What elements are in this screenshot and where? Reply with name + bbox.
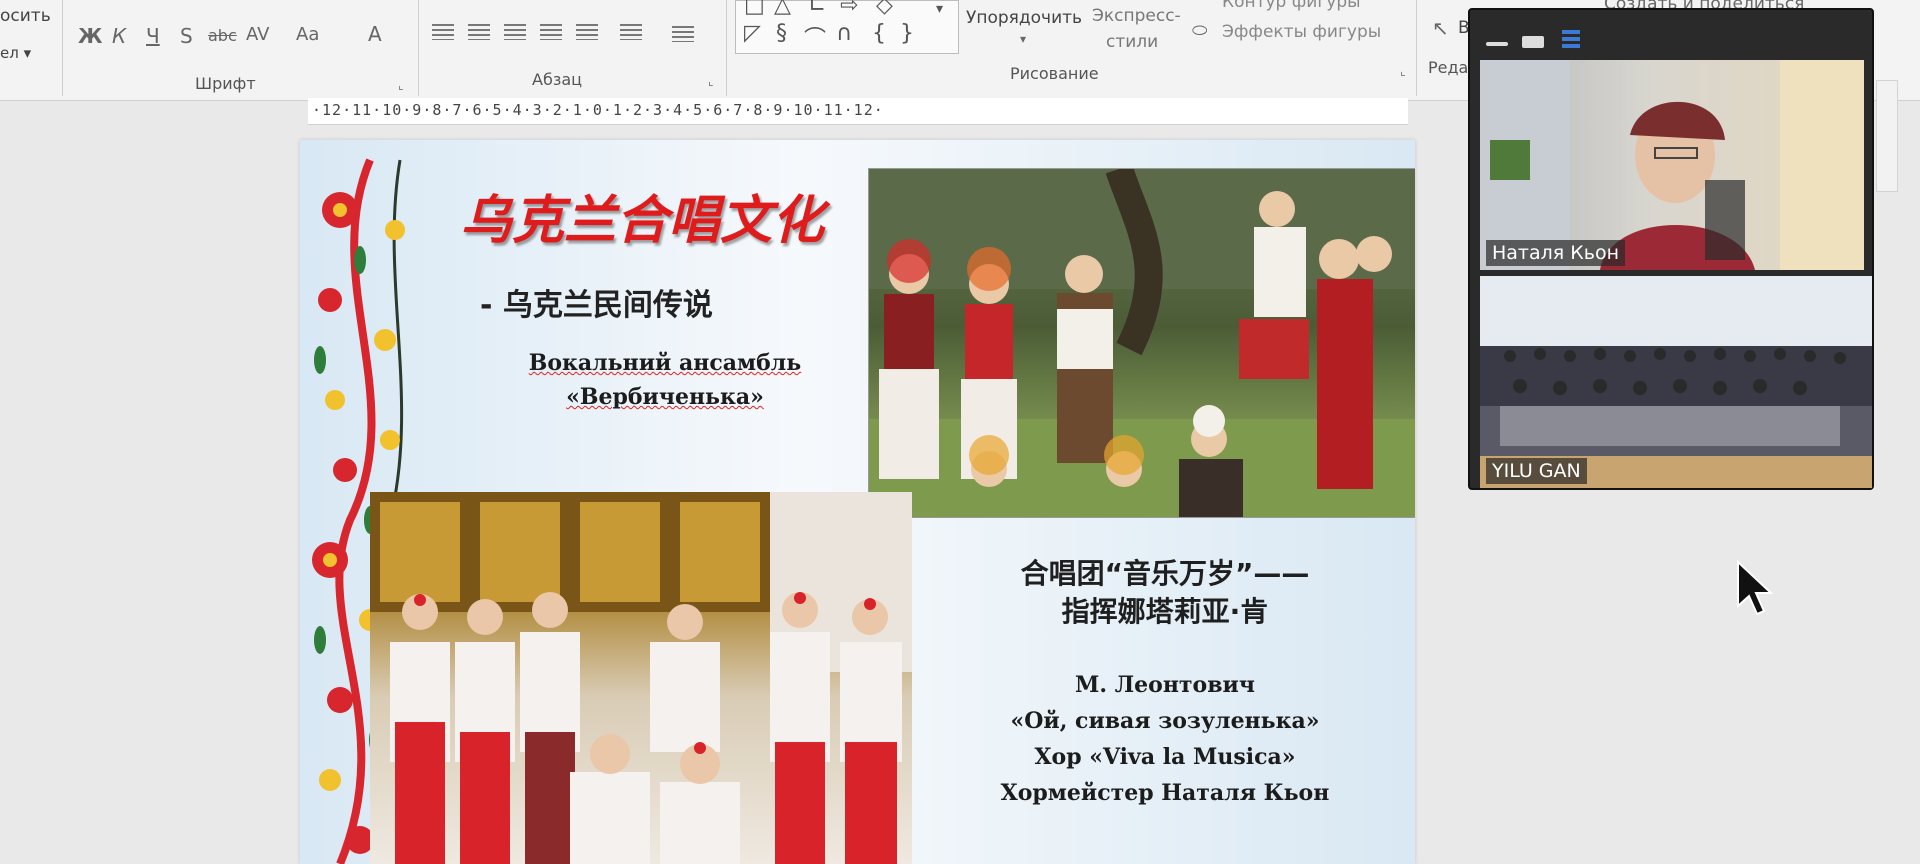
paragraph-group-label: Абзац	[532, 70, 583, 89]
rectangle-shape-icon[interactable]: □	[744, 0, 765, 18]
bold-button[interactable]: Ж	[78, 24, 102, 48]
brace-left-icon[interactable]: {	[872, 21, 886, 46]
conductor-line: Хормейстер Наталя Кьон	[1000, 780, 1330, 806]
slide-subtitle: - 乌克兰民间传说	[480, 288, 713, 323]
font-dialog-launcher-icon[interactable]: ⌞	[398, 78, 404, 92]
justify-icon[interactable]	[540, 24, 562, 40]
arrange-dropdown-icon[interactable]: ▾	[1020, 32, 1026, 46]
drawing-dialog-launcher-icon[interactable]: ⌞	[1400, 64, 1406, 78]
font-color-button[interactable]: A	[368, 22, 382, 46]
columns-icon[interactable]	[576, 24, 598, 40]
gallery-view-icon[interactable]	[1562, 30, 1580, 50]
change-case-button[interactable]: Aa	[296, 24, 319, 45]
choir-photo-figures	[370, 492, 912, 864]
brace-right-icon[interactable]: }	[900, 21, 914, 46]
participant-tile-1[interactable]: Наталя Кьон	[1480, 60, 1864, 270]
diamond-shape-icon[interactable]: ◇	[876, 0, 893, 18]
scribble-shape-icon[interactable]: §	[776, 21, 787, 46]
editing-group-label: Реда	[1428, 58, 1469, 77]
italic-button[interactable]: К	[112, 24, 126, 48]
participant-tile-2[interactable]: YILU GAN	[1480, 276, 1872, 488]
ensemble-name-line2: «Вербиченька»	[566, 384, 764, 410]
align-center-icon[interactable]	[468, 24, 490, 40]
ribbon-separator	[1416, 0, 1417, 96]
elbow-connector-icon[interactable]: ∟	[808, 0, 826, 18]
font-group-label: Шрифт	[195, 74, 256, 93]
arc-shape-icon[interactable]: ∩	[836, 21, 852, 46]
ensemble-photo[interactable]	[868, 168, 1415, 518]
shape-effects-icon[interactable]: ⬭	[1192, 20, 1207, 41]
video-call-panel[interactable]: Наталя Кьон YILU GAN	[1468, 8, 1874, 490]
ribbon-cut-label-1[interactable]: осить	[0, 6, 51, 26]
freeform-shape-icon[interactable]: ◸	[744, 21, 761, 46]
text-direction-icon[interactable]	[672, 26, 694, 42]
ribbon-separator	[418, 0, 419, 96]
quick-styles-label-1[interactable]: Экспресс-	[1092, 6, 1181, 26]
participant-2-name: YILU GAN	[1486, 458, 1587, 484]
slide[interactable]: 乌克兰合唱文化 - 乌克兰民间传说 Вокальний ансамбль «Ве…	[300, 140, 1415, 864]
mouse-cursor-icon	[1737, 560, 1774, 616]
minimize-icon[interactable]	[1486, 42, 1508, 46]
slide-title: 乌克兰合唱文化	[460, 191, 825, 251]
paragraph-dialog-launcher-icon[interactable]: ⌞	[708, 74, 714, 88]
choir-title-line1: 合唱团“音乐万岁”——	[1020, 557, 1310, 590]
horizontal-ruler[interactable]: ·12·11·10·9·8·7·6·5·4·3·2·1·0·1·2·3·4·5·…	[308, 98, 1408, 125]
speaker-view-icon[interactable]	[1522, 36, 1544, 48]
ruler-scale: ·12·11·10·9·8·7·6·5·4·3·2·1·0·1·2·3·4·5·…	[312, 101, 884, 119]
choir-name-line: Хор «Viva la Musica»	[1034, 744, 1296, 770]
underline-button[interactable]: Ч	[146, 24, 160, 48]
participant-1-name: Наталя Кьон	[1486, 240, 1625, 266]
choir-title-line2: 指挥娜塔莉亚·肯	[1061, 595, 1269, 628]
song-title-line: «Ой, сивая зозуленька»	[1010, 708, 1320, 734]
composer-line: М. Леонтович	[1075, 672, 1255, 698]
ribbon-cut-label-2[interactable]: ел ▾	[0, 44, 31, 62]
gallery-more-icon[interactable]: ▾	[936, 1, 943, 17]
arrange-button[interactable]: Упорядочить	[966, 8, 1082, 28]
vertical-scrollbar[interactable]	[1876, 80, 1898, 192]
ribbon-separator	[62, 0, 63, 96]
arrow-shape-icon[interactable]: ⇨	[840, 0, 858, 18]
choir-photo[interactable]	[370, 492, 912, 864]
shapes-gallery[interactable]: □ △ ∟ ⇨ ◇ ◸ § ⌒ ∩ { } ▾	[735, 0, 959, 54]
drawing-group-label: Рисование	[1010, 64, 1099, 83]
align-right-icon[interactable]	[504, 24, 526, 40]
shape-outline-button[interactable]: Контур фигуры	[1222, 0, 1361, 12]
bullets-icon[interactable]	[620, 24, 642, 40]
align-left-icon[interactable]	[432, 24, 454, 40]
ribbon-separator	[726, 0, 727, 96]
strikethrough-button[interactable]: abc	[208, 26, 237, 45]
participant-1-video	[1480, 60, 1864, 270]
ensemble-photo-figures	[869, 169, 1415, 517]
ensemble-name-line1: Вокальний ансамбль	[528, 350, 802, 376]
select-arrow-icon[interactable]: ↖	[1432, 16, 1449, 40]
triangle-shape-icon[interactable]: △	[774, 0, 791, 18]
shadow-button[interactable]: S	[180, 24, 193, 48]
quick-styles-label-2[interactable]: стили	[1106, 32, 1158, 52]
curve-shape-icon[interactable]: ⌒	[804, 21, 826, 53]
shape-effects-button[interactable]: Эффекты фигуры	[1222, 22, 1381, 42]
participant-2-video	[1480, 276, 1872, 488]
char-spacing-button[interactable]: AV	[246, 24, 269, 45]
